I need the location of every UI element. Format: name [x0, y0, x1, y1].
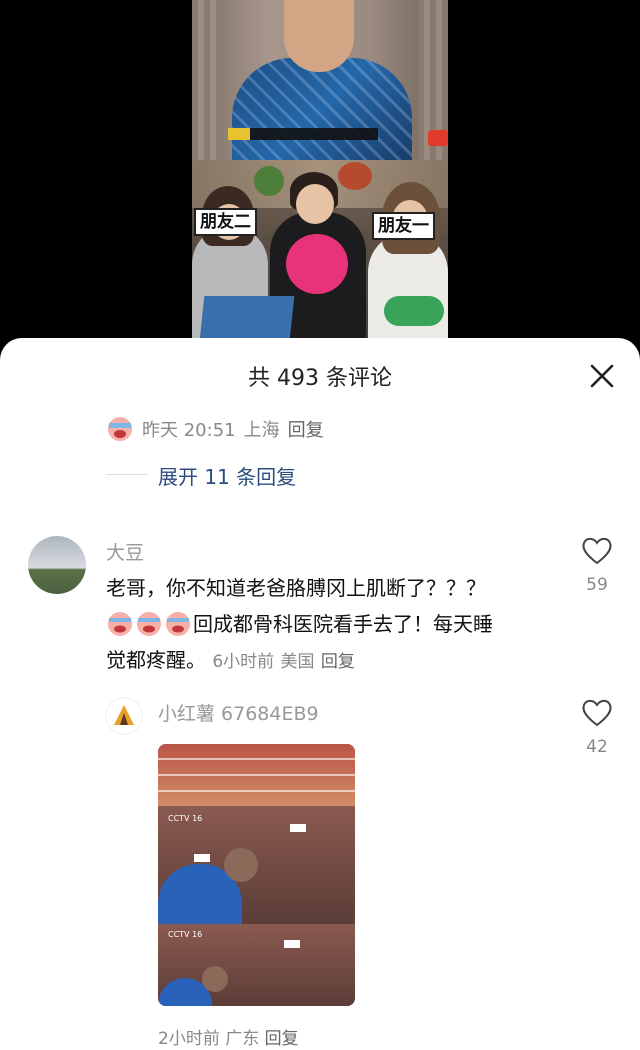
reply-location: 广东	[225, 1029, 260, 1049]
expand-divider	[106, 474, 148, 475]
label-friend-one: 朋友一	[372, 212, 435, 240]
flowers	[338, 162, 372, 190]
man-head	[224, 848, 258, 882]
expand-replies-button[interactable]: 展开 11 条回复	[158, 461, 296, 490]
plant	[254, 166, 284, 196]
avatar[interactable]	[28, 536, 86, 594]
prev-comment-time: 昨天 20:51	[142, 420, 236, 441]
comment-time: 6小时前	[212, 652, 275, 672]
label-friend-two: 朋友二	[194, 208, 257, 236]
green-box	[384, 296, 444, 326]
video-player[interactable]: 朋友二 朋友一	[192, 0, 448, 340]
subtitle-bar	[228, 128, 378, 140]
avatar[interactable]	[106, 698, 142, 734]
crying-face-emoji-icon	[137, 612, 161, 636]
image-stripe	[158, 774, 355, 776]
reply-reply-button[interactable]: 回复	[265, 1029, 299, 1049]
reply-image[interactable]: CCTV 16 CCTV 16	[158, 744, 355, 1006]
comment-text-line1: 老哥，你不知道老爸胳膊冈上肌断了？？？	[106, 576, 486, 600]
crying-face-emoji-icon	[108, 612, 132, 636]
tv-logo: CCTV 16	[168, 814, 203, 823]
subtitle-tag	[228, 128, 250, 140]
curtain-left	[192, 0, 222, 160]
heart-icon[interactable]	[580, 536, 614, 566]
heart-icon[interactable]	[580, 698, 614, 728]
reply-meta: 2小时前 广东 回复	[158, 1024, 299, 1049]
comments-count-title: 共 493 条评论	[248, 366, 392, 391]
comment-text-line2: 回成都骨科医院看手去了！每天睡	[193, 612, 493, 636]
comment-location: 美国	[280, 652, 315, 672]
crying-face-emoji-icon	[166, 612, 190, 636]
tv-logo: CCTV 16	[168, 930, 203, 939]
corner-mark	[428, 130, 448, 146]
image-stripe	[158, 790, 355, 792]
man-head	[284, 0, 354, 72]
close-icon[interactable]	[588, 362, 616, 390]
pink-plush	[286, 234, 348, 294]
ceiling-light	[194, 854, 210, 862]
image-stripe	[158, 758, 355, 760]
reply-like-count: 42	[586, 737, 608, 757]
prev-comment-reply-button[interactable]: 回复	[288, 416, 324, 442]
center-person-face	[296, 184, 334, 224]
comment-username[interactable]: 大豆	[106, 538, 144, 565]
comment-body: 老哥，你不知道老爸胳膊冈上肌断了？？？ 回成都骨科医院看手去了！每天睡 觉都疼醒…	[106, 570, 556, 680]
ceiling-light	[284, 940, 300, 948]
comment-text-line3: 觉都疼醒。	[106, 648, 206, 672]
comments-sheet: 共 493 条评论 昨天 20:51 上海 回复 展开 11 条回复 大豆 老哥…	[0, 338, 640, 1050]
ceiling-light	[290, 824, 306, 832]
reply-username[interactable]: 小红薯 67684EB9	[158, 699, 319, 726]
comment-like-count: 59	[586, 575, 608, 595]
man-head	[202, 966, 228, 992]
shirt-pattern	[232, 58, 412, 160]
prev-comment-location: 上海	[243, 420, 280, 441]
comment-reply-button[interactable]: 回复	[321, 652, 355, 672]
laptop	[199, 296, 295, 340]
prev-comment-meta: 昨天 20:51 上海 回复	[106, 416, 324, 442]
crying-face-emoji-icon	[108, 417, 132, 441]
reply-time: 2小时前	[158, 1029, 220, 1049]
